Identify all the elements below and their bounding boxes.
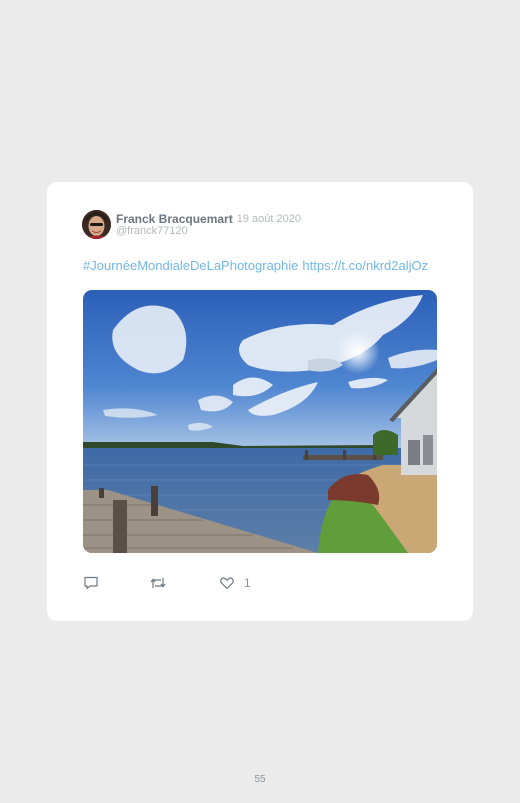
- author-handle[interactable]: @franck77120: [116, 225, 188, 237]
- tweet-date[interactable]: · 19 août 2020: [230, 213, 301, 225]
- avatar-image: [82, 210, 111, 239]
- like-button[interactable]: 1: [219, 574, 251, 592]
- author-name[interactable]: Franck Bracquemart: [116, 212, 233, 226]
- like-count: 1: [244, 576, 251, 590]
- url-link[interactable]: https://t.co/nkrd2aljOz: [302, 258, 428, 273]
- tweet-text: #JournéeMondialeDeLaPhotographie https://…: [83, 258, 432, 273]
- heart-icon: [220, 577, 234, 590]
- reply-button[interactable]: [83, 574, 99, 592]
- avatar[interactable]: [82, 210, 111, 239]
- reply-icon: [84, 576, 98, 590]
- retweet-button[interactable]: [149, 574, 167, 592]
- page-number: 55: [254, 774, 266, 785]
- tweet-card: Franck Bracquemart · 19 août 2020 @franc…: [47, 182, 473, 621]
- lake-dock-photo: [83, 290, 437, 553]
- hashtag-link[interactable]: #JournéeMondialeDeLaPhotographie: [83, 258, 298, 273]
- tweet-actions: 1: [83, 574, 443, 594]
- retweet-icon: [150, 578, 166, 588]
- tweet-photo[interactable]: [83, 290, 437, 553]
